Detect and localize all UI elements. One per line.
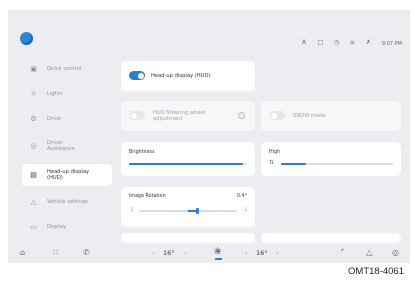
brightness-slider[interactable] xyxy=(129,163,247,165)
sidebar-item-lights[interactable]: ☼ Lights xyxy=(22,85,112,103)
assist-icon: ◎ xyxy=(30,141,37,150)
high-label: High xyxy=(269,150,281,155)
bluetooth-icon: ✗ xyxy=(365,39,371,46)
hud-toggle[interactable] xyxy=(129,71,145,80)
sidebar-item-label: Driver Assistance xyxy=(47,140,75,152)
rotation-min-label: -2 xyxy=(129,208,134,213)
image-rotation-value: 0.4° xyxy=(236,194,247,199)
hud-toggle-card[interactable]: Head-up display (HUD) xyxy=(121,61,255,91)
sidebar-item-label: Lights xyxy=(47,91,63,97)
sidebar-item-vehicle-settings[interactable]: △ Vehicle settings xyxy=(22,193,112,211)
phone-icon[interactable]: ✆ xyxy=(83,249,90,257)
hud-label: Head-up display (HUD) xyxy=(151,73,211,79)
snow-mode-label: SNOW mode xyxy=(293,113,326,119)
steering-adjust-label: HUD Steering wheel adjustment xyxy=(153,110,206,122)
sidebar-item-display[interactable]: ▭ Display xyxy=(22,218,112,236)
clock-time: 9:07 PM xyxy=(381,40,402,47)
left-temp-down-arrow[interactable]: ‹ xyxy=(152,249,155,257)
right-temp-down-arrow[interactable]: ‹ xyxy=(245,249,248,257)
hud-icon: ▤ xyxy=(30,170,37,179)
high-fill xyxy=(281,163,306,165)
sidebar-item-label: Drive xyxy=(47,116,61,122)
seat-icon[interactable]: ⌜ xyxy=(341,249,345,257)
right-temp-value: 16° xyxy=(256,249,268,257)
sidebar-item-drive[interactable]: ⚙ Drive xyxy=(22,110,112,128)
square-icon: □ xyxy=(317,39,324,46)
steering-adjust-card[interactable]: HUD Steering wheel adjustment i xyxy=(121,101,255,131)
sidebar-item-label: Quick control xyxy=(47,66,82,72)
sidebar-item-label: Head-up display (HUD) xyxy=(47,169,90,181)
height-adjust-icon: ⇅ xyxy=(269,159,275,166)
light-icon: ☼ xyxy=(30,89,37,98)
sidebar-item-label: Display xyxy=(47,224,67,230)
brightness-card: Brightness xyxy=(121,142,255,176)
letter-a-icon: A xyxy=(301,39,306,46)
sidebar-item-quick-control[interactable]: ▣ Quick control xyxy=(22,60,112,78)
steering-adjust-toggle[interactable] xyxy=(129,111,145,120)
profile-avatar-icon[interactable] xyxy=(20,32,33,45)
warning-icon[interactable]: △ xyxy=(366,249,372,257)
rotation-thumb[interactable] xyxy=(196,208,200,214)
vehicle-icon: △ xyxy=(30,197,37,206)
brightness-fill xyxy=(129,163,244,165)
next-card-partial xyxy=(121,233,255,243)
rotation-max-label: 2 xyxy=(244,208,247,213)
power-icon[interactable]: ◎ xyxy=(392,249,399,257)
infotainment-screen: A □ ◷ ≡ ✗ 9:07 PM ▣ Quick control ☼ Ligh… xyxy=(8,10,410,263)
fan-level-indicator xyxy=(215,258,222,260)
sidebar-item-driver-assistance[interactable]: ◎ Driver Assistance xyxy=(22,135,112,157)
steering-icon: ⚙ xyxy=(30,114,37,123)
sidebar-item-label: Vehicle settings xyxy=(47,199,88,205)
right-temp-up-arrow[interactable]: › xyxy=(276,249,279,257)
apps-grid-icon[interactable]: ∷ xyxy=(53,249,58,257)
car-icon: ▣ xyxy=(30,64,37,73)
sidebar-item-hud[interactable]: ▤ Head-up display (HUD) xyxy=(22,164,112,186)
snow-mode-toggle[interactable] xyxy=(269,111,285,120)
brightness-label: Brightness xyxy=(129,150,155,155)
home-icon[interactable]: ⌂ xyxy=(20,249,25,257)
clock-icon: ◷ xyxy=(333,39,340,46)
fan-icon[interactable]: ❀ xyxy=(214,248,222,257)
left-temp-value: 16° xyxy=(163,249,175,257)
screenshot: A □ ◷ ≡ ✗ 9:07 PM ▣ Quick control ☼ Ligh… xyxy=(0,0,412,281)
snow-mode-card[interactable]: SNOW mode xyxy=(261,101,401,131)
signal-icon: ≡ xyxy=(349,39,355,46)
settings-sidebar: ▣ Quick control ☼ Lights ⚙ Drive ◎ Drive… xyxy=(22,60,112,243)
image-rotation-card: Image Rotation 0.4° -2 2 xyxy=(121,187,255,227)
left-temp-up-arrow[interactable]: › xyxy=(184,249,187,257)
figure-caption: OMT18-4061 xyxy=(348,266,404,277)
high-card: High ⇅ xyxy=(261,142,401,176)
status-bar: A □ ◷ ≡ ✗ 9:07 PM xyxy=(302,40,402,47)
next-card-partial xyxy=(261,233,401,243)
high-slider[interactable] xyxy=(281,163,393,165)
image-rotation-slider[interactable] xyxy=(139,208,237,214)
bottom-bar: ⌂ ∷ ✆ ‹ 16° › ❀ ‹ 16° › ⌜ △ ◎ xyxy=(8,244,410,263)
display-icon: ▭ xyxy=(30,222,37,231)
info-icon[interactable]: i xyxy=(238,112,245,119)
image-rotation-label: Image Rotation xyxy=(129,194,166,199)
